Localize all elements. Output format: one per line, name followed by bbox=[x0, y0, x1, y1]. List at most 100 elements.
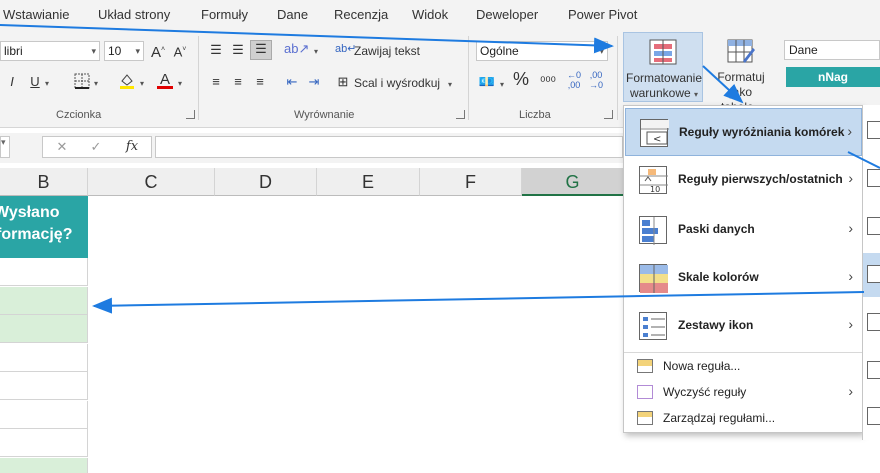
chevron-down-icon[interactable]: ▾ bbox=[314, 44, 318, 60]
tab-power-pivot[interactable]: Power Pivot bbox=[568, 7, 637, 22]
equal-to-icon bbox=[867, 265, 880, 283]
column-header-c[interactable]: C bbox=[88, 168, 215, 196]
merge-center-button[interactable]: Scal i wyśrodkuj bbox=[354, 75, 440, 91]
align-left-icon[interactable]: ≡ bbox=[208, 74, 224, 90]
new-rule-icon bbox=[637, 359, 653, 373]
column-header-b[interactable]: B bbox=[0, 168, 88, 196]
shrink-font-icon[interactable]: A˅ bbox=[172, 42, 188, 60]
conditional-formatting-button[interactable]: Formatowanie warunkowe ▾ bbox=[623, 32, 703, 102]
italic-icon[interactable]: I bbox=[6, 74, 18, 90]
number-format-select[interactable]: Ogólne ▾ bbox=[476, 41, 608, 61]
menu-item-highlight-cells-rules[interactable]: < Reguły wyróżniania komórek › bbox=[625, 108, 862, 156]
header-cell[interactable]: Wysłano formację? bbox=[0, 196, 88, 258]
chevron-down-icon[interactable]: ▾ bbox=[45, 76, 49, 92]
fill-color-icon[interactable] bbox=[118, 72, 136, 94]
dialog-launcher-icon[interactable] bbox=[604, 110, 613, 119]
increase-decimal-icon[interactable]: ←0,00 bbox=[566, 70, 582, 90]
column-header-f[interactable]: F bbox=[420, 168, 522, 196]
formula-input[interactable] bbox=[155, 136, 623, 158]
cell-style-dane[interactable]: Dane bbox=[784, 40, 880, 60]
column-header-e[interactable]: E bbox=[317, 168, 420, 196]
table-row[interactable] bbox=[0, 429, 88, 457]
wrap-text-button[interactable]: Zawijaj tekst bbox=[354, 43, 420, 59]
format-as-table-button[interactable]: Formatuj jako tabelę ▾ bbox=[706, 32, 776, 114]
dialog-launcher-icon[interactable] bbox=[186, 110, 195, 119]
menu-item-icon-sets[interactable]: Zestawy ikon › bbox=[625, 302, 862, 350]
confirm-icon[interactable]: ✓ bbox=[89, 139, 103, 155]
merge-center-icon[interactable]: ⊞ bbox=[335, 74, 351, 90]
chevron-down-icon[interactable]: ▾ bbox=[500, 77, 504, 93]
cell-style-nnag[interactable]: nNag bbox=[786, 67, 880, 87]
font-color-icon[interactable]: A bbox=[157, 72, 173, 89]
tab-insert[interactable]: Wstawianie bbox=[3, 7, 69, 22]
less-than-icon[interactable] bbox=[867, 169, 880, 187]
menu-item-label: Reguły pierwszych/ostatnich bbox=[678, 172, 843, 186]
wrap-text-icon[interactable]: ab↵ bbox=[335, 41, 356, 57]
greater-than-icon[interactable] bbox=[867, 121, 880, 139]
highlight-rules-submenu bbox=[862, 105, 880, 440]
duplicate-values-icon[interactable] bbox=[867, 407, 880, 425]
chevron-right-icon: › bbox=[848, 316, 853, 332]
table-row[interactable] bbox=[0, 372, 88, 400]
align-bottom-icon[interactable]: ☰ bbox=[250, 40, 272, 60]
orientation-icon[interactable]: ab↗ bbox=[284, 41, 309, 57]
chevron-down-icon[interactable]: ▾ bbox=[599, 42, 604, 60]
menu-item-label: Zestawy ikon bbox=[678, 318, 754, 332]
underline-icon[interactable]: U bbox=[28, 74, 42, 90]
table-row[interactable] bbox=[0, 315, 88, 343]
tab-view[interactable]: Widok bbox=[412, 7, 448, 22]
font-size-select[interactable]: 10 ▾ bbox=[104, 41, 144, 61]
decrease-indent-icon[interactable]: ⇤ bbox=[284, 74, 300, 90]
currency-icon[interactable]: 💶 bbox=[478, 74, 496, 90]
column-header-d[interactable]: D bbox=[215, 168, 317, 196]
tab-developer[interactable]: Deweloper bbox=[476, 7, 538, 22]
percent-button[interactable]: % bbox=[512, 70, 530, 88]
align-right-icon[interactable]: ≡ bbox=[252, 74, 268, 90]
borders-icon[interactable] bbox=[73, 73, 91, 93]
table-row[interactable] bbox=[0, 400, 88, 429]
menu-item-color-scales[interactable]: Skale kolorów › bbox=[625, 254, 862, 302]
text-contains-icon[interactable] bbox=[867, 313, 880, 331]
chevron-down-icon[interactable]: ▾ bbox=[94, 76, 98, 92]
align-middle-icon[interactable]: ☰ bbox=[230, 42, 246, 58]
tab-formulas[interactable]: Formuły bbox=[201, 7, 248, 22]
dialog-launcher-icon[interactable] bbox=[456, 110, 465, 119]
align-top-icon[interactable]: ☰ bbox=[208, 42, 224, 58]
cancel-icon[interactable]: ✕ bbox=[55, 139, 69, 155]
table-row[interactable] bbox=[0, 457, 88, 473]
tab-data[interactable]: Dane bbox=[277, 7, 308, 22]
between-icon[interactable] bbox=[867, 217, 880, 235]
table-row[interactable] bbox=[0, 258, 88, 286]
decrease-decimal-icon[interactable]: ,00 →0 bbox=[588, 70, 604, 90]
table-row[interactable] bbox=[0, 343, 88, 372]
tab-review[interactable]: Recenzja bbox=[334, 7, 388, 22]
chevron-down-icon[interactable]: ▾ bbox=[448, 77, 452, 93]
chevron-down-icon[interactable]: ▾ bbox=[1, 137, 6, 147]
manage-rules-icon bbox=[637, 411, 653, 425]
comma-style-icon[interactable]: ⁰⁰⁰ bbox=[538, 74, 558, 90]
chevron-down-icon[interactable]: ▾ bbox=[140, 76, 144, 92]
column-header-g[interactable]: G bbox=[522, 168, 624, 196]
clear-rules-icon bbox=[637, 385, 653, 399]
menu-item-top-bottom-rules[interactable]: 10 Reguły pierwszych/ostatnich › bbox=[625, 156, 862, 204]
name-box[interactable]: ▾ bbox=[0, 136, 10, 158]
menu-item-data-bars[interactable]: Paski danych › bbox=[625, 206, 862, 254]
chevron-down-icon[interactable]: ▾ bbox=[135, 42, 140, 60]
grow-font-icon[interactable]: A˄ bbox=[150, 42, 166, 61]
chevron-down-icon[interactable]: ▾ bbox=[178, 76, 182, 92]
menu-item-clear-rules[interactable]: Wyczyść reguły › bbox=[625, 380, 862, 404]
table-row[interactable] bbox=[0, 286, 88, 315]
date-occurring-icon[interactable] bbox=[867, 361, 880, 379]
chevron-right-icon: › bbox=[847, 123, 852, 139]
chevron-down-icon[interactable]: ▾ bbox=[91, 42, 96, 60]
align-center-icon[interactable]: ≡ bbox=[230, 74, 246, 90]
menu-item-manage-rules[interactable]: Zarządzaj regułami... bbox=[625, 406, 862, 430]
increase-indent-icon[interactable]: ⇥ bbox=[306, 74, 322, 90]
tab-page-layout[interactable]: Układ strony bbox=[98, 7, 170, 22]
color-scales-icon bbox=[639, 264, 668, 293]
insert-function-button[interactable]: fx bbox=[123, 139, 141, 155]
highlight-cells-rules-icon: < bbox=[640, 119, 669, 147]
font-name-select[interactable]: libri ▾ bbox=[0, 41, 100, 61]
menu-item-new-rule[interactable]: Nowa reguła... bbox=[625, 354, 862, 378]
group-divider bbox=[468, 36, 469, 120]
